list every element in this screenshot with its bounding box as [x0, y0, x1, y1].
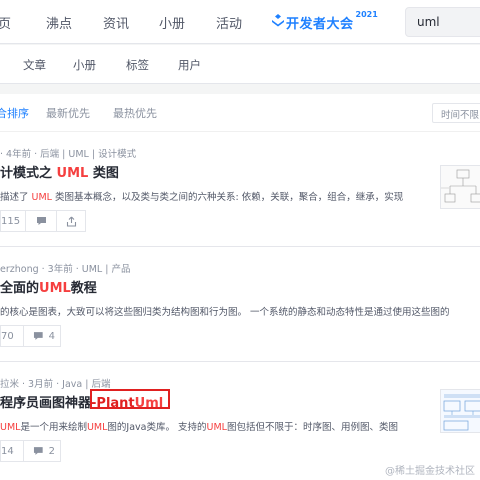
abstract-keyword: UML — [0, 422, 21, 433]
abstract-keyword: UML — [31, 192, 52, 203]
comment-icon — [33, 447, 43, 455]
article-actions: 115 — [0, 210, 87, 234]
article-title[interactable]: 程序员画图神器-PlantUml — [0, 389, 170, 411]
comment-count: 2 — [48, 445, 55, 457]
abstract-text: 是一个用来绘制 — [20, 422, 87, 433]
title-text: 类图 — [88, 166, 119, 181]
search-box[interactable] — [405, 7, 480, 37]
tab-users[interactable]: 用户 — [178, 57, 201, 73]
abstract-text: 描述了 — [0, 192, 32, 203]
article-title[interactable]: 全面的UML教程 — [0, 277, 97, 296]
article-abstract: 描述了 UML 类图基本概念，以及类与类之间的六种关系: 依赖，关联，聚合，组合… — [0, 189, 430, 203]
comment-button[interactable]: 4 — [23, 325, 61, 347]
article-meta: erzhong · 3年前 · UML | 产品 — [0, 264, 131, 275]
abstract-keyword: UML — [86, 422, 108, 433]
sort-newest[interactable]: 最新优先 — [46, 105, 90, 121]
time-filter-select[interactable]: 时间不限 — [432, 103, 480, 123]
search-results: 合排序 最新优先 最热优先 时间不限 · 4年前 · 后端 | UML | 设计… — [0, 94, 480, 480]
abstract-text: 图包括但不限于：时序图、用例图、类图 — [226, 422, 398, 433]
tab-books[interactable]: 小册 — [73, 57, 96, 73]
title-keyword: UML — [56, 166, 89, 181]
like-count: 14 — [1, 445, 14, 457]
comment-count: 4 — [48, 330, 55, 342]
article-meta: · 4年前 · 后端 | UML | 设计模式 — [0, 149, 137, 160]
annotation-highlight-box — [90, 389, 170, 409]
nav-item-pins[interactable]: 沸点 — [46, 13, 72, 32]
abstract-keyword: UML — [206, 422, 227, 433]
nav-item-books[interactable]: 小册 — [159, 13, 185, 32]
sort-comprehensive[interactable]: 合排序 — [0, 105, 29, 121]
uml-diagram-thumbnail-icon — [441, 390, 480, 432]
comment-icon — [36, 217, 46, 225]
watermark: @稀土掘金技术社区 — [385, 466, 475, 477]
title-text: 程序员画图神器 — [0, 396, 92, 411]
sort-bar: 合排序 最新优先 最热优先 时间不限 — [0, 94, 480, 132]
article-abstract: UML是一个用来绘制UML图的Java类库。 支持的UML图包括但不限于：时序图… — [0, 419, 430, 433]
article-thumbnail[interactable] — [440, 389, 480, 433]
nav-item-news[interactable]: 资讯 — [103, 13, 129, 32]
like-count: 115 — [1, 215, 21, 227]
tab-tags[interactable]: 标签 — [126, 57, 149, 73]
abstract-text: 类图基本概念，以及类与类之间的六种关系: 依赖，关联，聚合，组合，继承，实现 — [51, 192, 404, 203]
like-button[interactable]: 115 — [0, 210, 27, 232]
abstract-text: 图的Java类库。 支持的 — [107, 422, 207, 433]
comment-button[interactable]: 2 — [23, 440, 61, 462]
conference-logo-text: 开发者大会 — [286, 17, 354, 32]
tab-articles[interactable]: 文章 — [23, 57, 46, 73]
title-text: 教程 — [70, 281, 97, 296]
article-item[interactable]: erzhong · 3年前 · UML | 产品 全面的UML教程 的核心是图表… — [0, 248, 480, 362]
article-title[interactable]: 计模式之 UML 类图 — [0, 162, 119, 181]
conference-logo-link[interactable]: 开发者大会 2021 — [271, 10, 378, 32]
conference-logo-year: 2021 — [355, 10, 378, 19]
share-icon — [66, 216, 76, 227]
article-actions: 14 2 — [0, 440, 61, 464]
search-input[interactable] — [406, 8, 480, 36]
article-abstract: 的核心是图表，大致可以将这些图归类为结构图和行为图。 一个系统的静态和动态特性是… — [0, 307, 450, 318]
article-item[interactable]: · 4年前 · 后端 | UML | 设计模式 计模式之 UML 类图 描述了 … — [0, 133, 480, 247]
nav-item-events[interactable]: 活动 — [216, 13, 242, 32]
article-actions: 70 4 — [0, 325, 61, 349]
sort-hottest[interactable]: 最热优先 — [113, 105, 157, 121]
title-keyword: UML — [39, 281, 71, 296]
like-button[interactable]: 70 — [0, 325, 24, 347]
juejin-logo-icon — [272, 14, 284, 27]
search-type-tabs: 文章 小册 标签 用户 — [0, 45, 480, 84]
article-meta: 拉米 · 3月前 · Java | 后端 — [0, 379, 111, 390]
like-count: 70 — [1, 330, 14, 342]
title-text: 全面的 — [0, 281, 40, 296]
class-diagram-thumbnail-icon — [441, 166, 480, 208]
comment-button[interactable] — [25, 210, 58, 232]
comment-icon — [33, 332, 43, 340]
share-button[interactable] — [56, 210, 87, 232]
top-navigation: 页 沸点 资讯 小册 活动 开发者大会 2021 — [0, 0, 480, 44]
like-button[interactable]: 14 — [0, 440, 24, 462]
article-thumbnail[interactable] — [440, 165, 480, 209]
nav-item-home[interactable]: 页 — [0, 13, 11, 32]
title-text: 计模式之 — [0, 166, 57, 181]
